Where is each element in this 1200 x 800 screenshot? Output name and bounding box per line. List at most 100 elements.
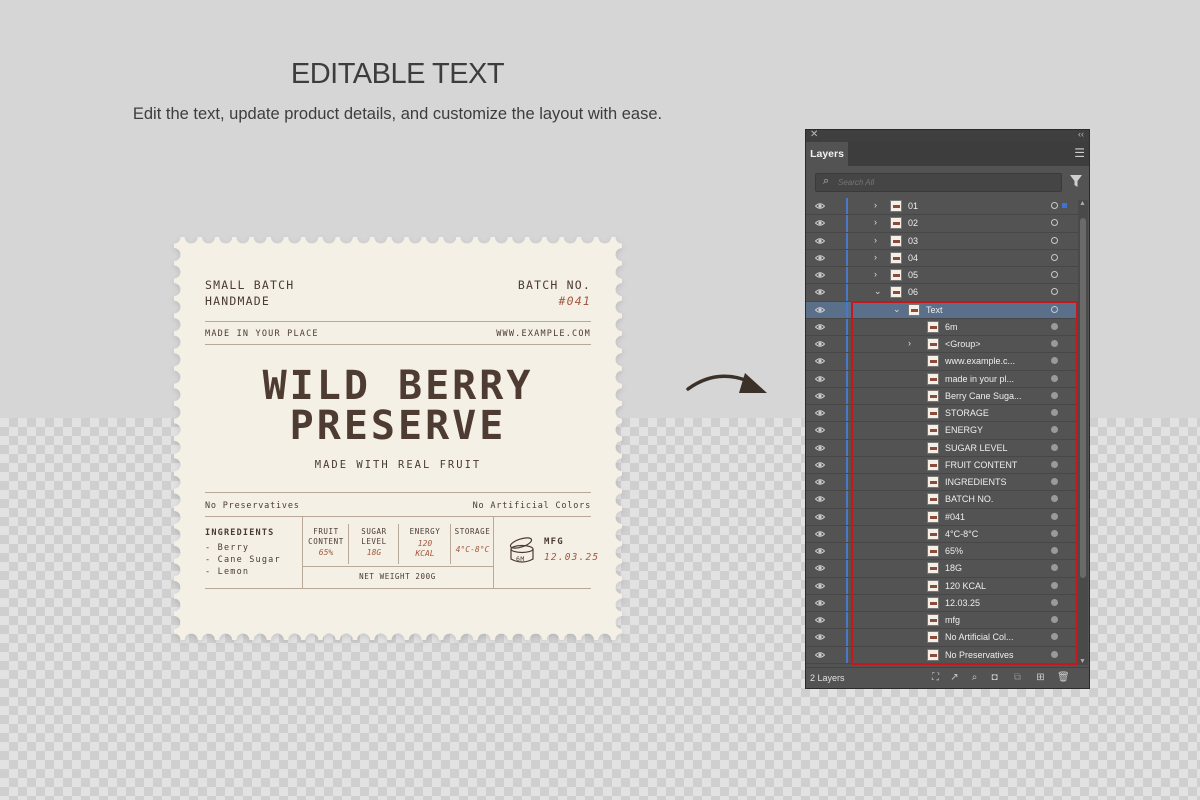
- chevron-right-icon[interactable]: ›: [874, 269, 877, 279]
- layer-name: 06: [908, 287, 919, 298]
- thumbnail-ink: [893, 239, 900, 243]
- layer-row[interactable]: › 04: [806, 249, 1078, 267]
- visibility-eye-icon[interactable]: [815, 477, 825, 487]
- locate-object-icon[interactable]: ⌕: [969, 672, 980, 683]
- visibility-eye-icon[interactable]: [815, 425, 825, 435]
- fact-value-line: KCAL: [415, 549, 435, 558]
- layer-row[interactable]: › 03: [806, 232, 1078, 250]
- mfg-date: 12.03.25: [544, 552, 600, 563]
- layer-name: 02: [908, 218, 919, 229]
- chevron-right-icon[interactable]: ›: [874, 217, 877, 227]
- layer-row[interactable]: › 05: [806, 267, 1078, 285]
- fact-label-fruit-content: FRUIT CONTENT: [304, 527, 348, 547]
- fact-label-storage: STORAGE: [452, 527, 493, 537]
- thumbnail-ink: [893, 256, 900, 260]
- batch-no-label: BATCH NO.: [517, 278, 591, 292]
- net-weight-text: NET WEIGHT 200G: [359, 572, 436, 581]
- page-heading: EDITABLE TEXT: [290, 58, 505, 90]
- visibility-eye-icon[interactable]: [815, 563, 825, 573]
- new-sublayer-icon[interactable]: ⧉: [1012, 672, 1023, 683]
- layer-row[interactable]: › 02: [806, 215, 1078, 233]
- collapse-panel-icon[interactable]: ‹‹: [1078, 130, 1084, 139]
- visibility-eye-icon[interactable]: [815, 236, 825, 246]
- target-circle-icon[interactable]: [1051, 288, 1058, 296]
- clipping-mask-icon[interactable]: ◘: [989, 672, 1000, 683]
- target-circle-icon[interactable]: [1051, 236, 1058, 244]
- close-icon[interactable]: ✕: [810, 130, 818, 140]
- visibility-eye-icon[interactable]: [815, 460, 825, 470]
- search-input[interactable]: [838, 174, 1053, 191]
- visibility-eye-icon[interactable]: [815, 305, 825, 315]
- layer-search: ⌕: [815, 173, 1062, 192]
- layer-name: 04: [908, 252, 919, 263]
- visibility-eye-icon[interactable]: [815, 529, 825, 539]
- thumbnail-ink: [893, 274, 900, 277]
- visibility-eye-icon[interactable]: [815, 201, 825, 211]
- ingredient-item: - Cane Sugar: [205, 555, 281, 565]
- layer-color-bar: [846, 267, 848, 284]
- delete-layer-icon[interactable]: 🗑: [1057, 672, 1070, 683]
- visibility-eye-icon[interactable]: [815, 581, 825, 591]
- layer-color-bar: [846, 508, 848, 525]
- layer-row[interactable]: › 01: [806, 198, 1078, 216]
- collect-for-export-icon[interactable]: ⛶: [930, 672, 941, 683]
- panel-menu-icon[interactable]: ☰: [1074, 146, 1085, 160]
- visibility-eye-icon[interactable]: [815, 494, 825, 504]
- scrollbar-thumb[interactable]: [1080, 218, 1086, 578]
- scroll-up-icon[interactable]: ▲: [1079, 200, 1086, 207]
- layer-list-scrollbar[interactable]: ▲ ▼: [1078, 200, 1088, 665]
- visibility-eye-icon[interactable]: [815, 287, 825, 297]
- visibility-eye-icon[interactable]: [815, 650, 825, 660]
- jar-badge: 6M: [516, 555, 525, 563]
- visibility-eye-icon[interactable]: [815, 218, 825, 228]
- layer-color-bar: [846, 439, 848, 456]
- visibility-eye-icon[interactable]: [815, 322, 825, 332]
- visibility-eye-icon[interactable]: [815, 339, 825, 349]
- selection-indicator[interactable]: [1062, 203, 1067, 208]
- visibility-eye-icon[interactable]: [815, 270, 825, 280]
- visibility-eye-icon[interactable]: [815, 374, 825, 384]
- layer-color-bar: [846, 646, 848, 663]
- visibility-eye-icon[interactable]: [815, 512, 825, 522]
- title-line-2: PRESERVE: [289, 403, 507, 449]
- fact-label-line: STORAGE: [454, 527, 491, 536]
- tab-layers[interactable]: Layers: [806, 142, 848, 166]
- visibility-eye-icon[interactable]: [815, 356, 825, 366]
- visibility-eye-icon[interactable]: [815, 632, 825, 642]
- layer-color-bar: [846, 336, 848, 353]
- target-circle-icon[interactable]: [1051, 219, 1058, 227]
- visibility-eye-icon[interactable]: [815, 391, 825, 401]
- chevron-right-icon[interactable]: ›: [874, 200, 877, 210]
- thumbnail-ink: [893, 205, 900, 208]
- visibility-eye-icon[interactable]: [815, 443, 825, 453]
- chevron-right-icon[interactable]: ›: [874, 252, 877, 262]
- export-icon[interactable]: ↗: [949, 672, 960, 683]
- scroll-down-icon[interactable]: ▼: [1079, 658, 1086, 665]
- ingredients-heading: INGREDIENTS: [205, 528, 275, 538]
- chevron-right-icon[interactable]: ›: [874, 235, 877, 245]
- layer-color-bar: [846, 301, 848, 318]
- visibility-eye-icon[interactable]: [815, 408, 825, 418]
- visibility-eye-icon[interactable]: [815, 546, 825, 556]
- filter-icon[interactable]: [1069, 174, 1083, 188]
- panel-footer: 2 Layers ⛶ ↗ ⌕ ◘ ⧉ ⊞ 🗑: [806, 667, 1089, 688]
- target-circle-icon[interactable]: [1051, 202, 1058, 209]
- fact-value-line: 120: [417, 539, 433, 548]
- new-layer-icon[interactable]: ⊞: [1035, 672, 1046, 683]
- layer-color-bar: [846, 560, 848, 577]
- target-circle-icon[interactable]: [1051, 253, 1058, 261]
- layer-row[interactable]: ⌄ 06: [806, 284, 1078, 302]
- label-divider: [398, 524, 399, 564]
- label-divider: [450, 524, 451, 564]
- layer-color-bar: [846, 594, 848, 611]
- visibility-eye-icon[interactable]: [815, 598, 825, 608]
- layer-color-bar: [846, 456, 848, 473]
- visibility-eye-icon[interactable]: [815, 253, 825, 263]
- layer-color-bar: [846, 612, 848, 629]
- chevron-down-icon[interactable]: ⌄: [874, 286, 882, 297]
- batch-no-value: #041: [558, 294, 591, 308]
- ingredient-item: - Berry: [205, 543, 250, 553]
- target-circle-icon[interactable]: [1051, 271, 1058, 278]
- layer-color-bar: [846, 215, 848, 232]
- visibility-eye-icon[interactable]: [815, 615, 825, 625]
